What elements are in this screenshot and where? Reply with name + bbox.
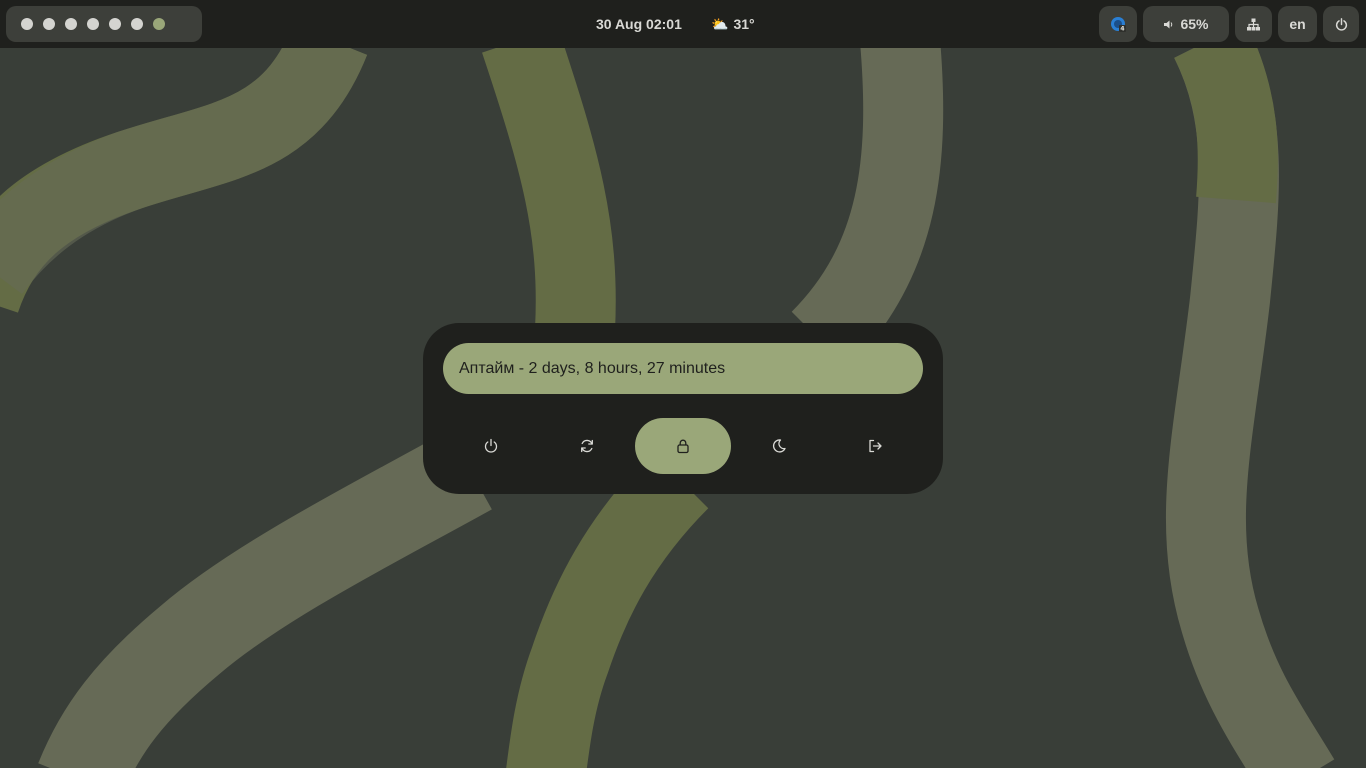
uptime-label: Аптайм - 2 days, 8 hours, 27 minutes: [443, 343, 923, 394]
session-dialog: Аптайм - 2 days, 8 hours, 27 minutes: [423, 323, 943, 494]
language-label: en: [1289, 16, 1306, 32]
partly-cloudy-icon: ⛅: [711, 16, 729, 32]
workspace-3-dot[interactable]: [65, 18, 77, 30]
moon-icon: [772, 439, 786, 453]
network-button[interactable]: [1235, 6, 1272, 42]
language-button[interactable]: en: [1278, 6, 1317, 42]
svg-text:4: 4: [1120, 26, 1124, 33]
weather-temperature: 31°: [733, 16, 755, 32]
workspace-4-dot[interactable]: [87, 18, 99, 30]
volume-button[interactable]: 65%: [1143, 6, 1229, 42]
app-indicator-icon: 4: [1111, 17, 1126, 33]
shutdown-button[interactable]: [443, 418, 539, 474]
suspend-button[interactable]: [731, 418, 827, 474]
speaker-icon: [1164, 20, 1173, 28]
top-panel: 30 Aug 02:01 ⛅ 31° 4 65% en: [0, 0, 1366, 48]
session-actions: [443, 418, 923, 474]
volume-level: 65%: [1180, 16, 1209, 32]
logout-icon: [869, 439, 882, 453]
power-menu-button[interactable]: [1323, 6, 1359, 42]
power-icon: [484, 438, 498, 453]
workspace-switcher: [6, 6, 202, 42]
workspace-6-dot[interactable]: [131, 18, 143, 30]
network-wired-icon: [1247, 18, 1260, 30]
lock-icon: [677, 439, 689, 454]
clock[interactable]: 30 Aug 02:01: [596, 0, 682, 48]
logout-button[interactable]: [827, 418, 923, 474]
reboot-button[interactable]: [539, 418, 635, 474]
power-icon: [1335, 17, 1347, 31]
lock-button[interactable]: [635, 418, 731, 474]
workspace-7-dot-active[interactable]: [153, 18, 165, 30]
workspace-1-dot[interactable]: [21, 18, 33, 30]
weather-widget[interactable]: ⛅ 31°: [711, 0, 755, 48]
workspace-2-dot[interactable]: [43, 18, 55, 30]
workspace-5-dot[interactable]: [109, 18, 121, 30]
refresh-icon: [581, 439, 593, 453]
tray-app-button[interactable]: 4: [1099, 6, 1137, 42]
